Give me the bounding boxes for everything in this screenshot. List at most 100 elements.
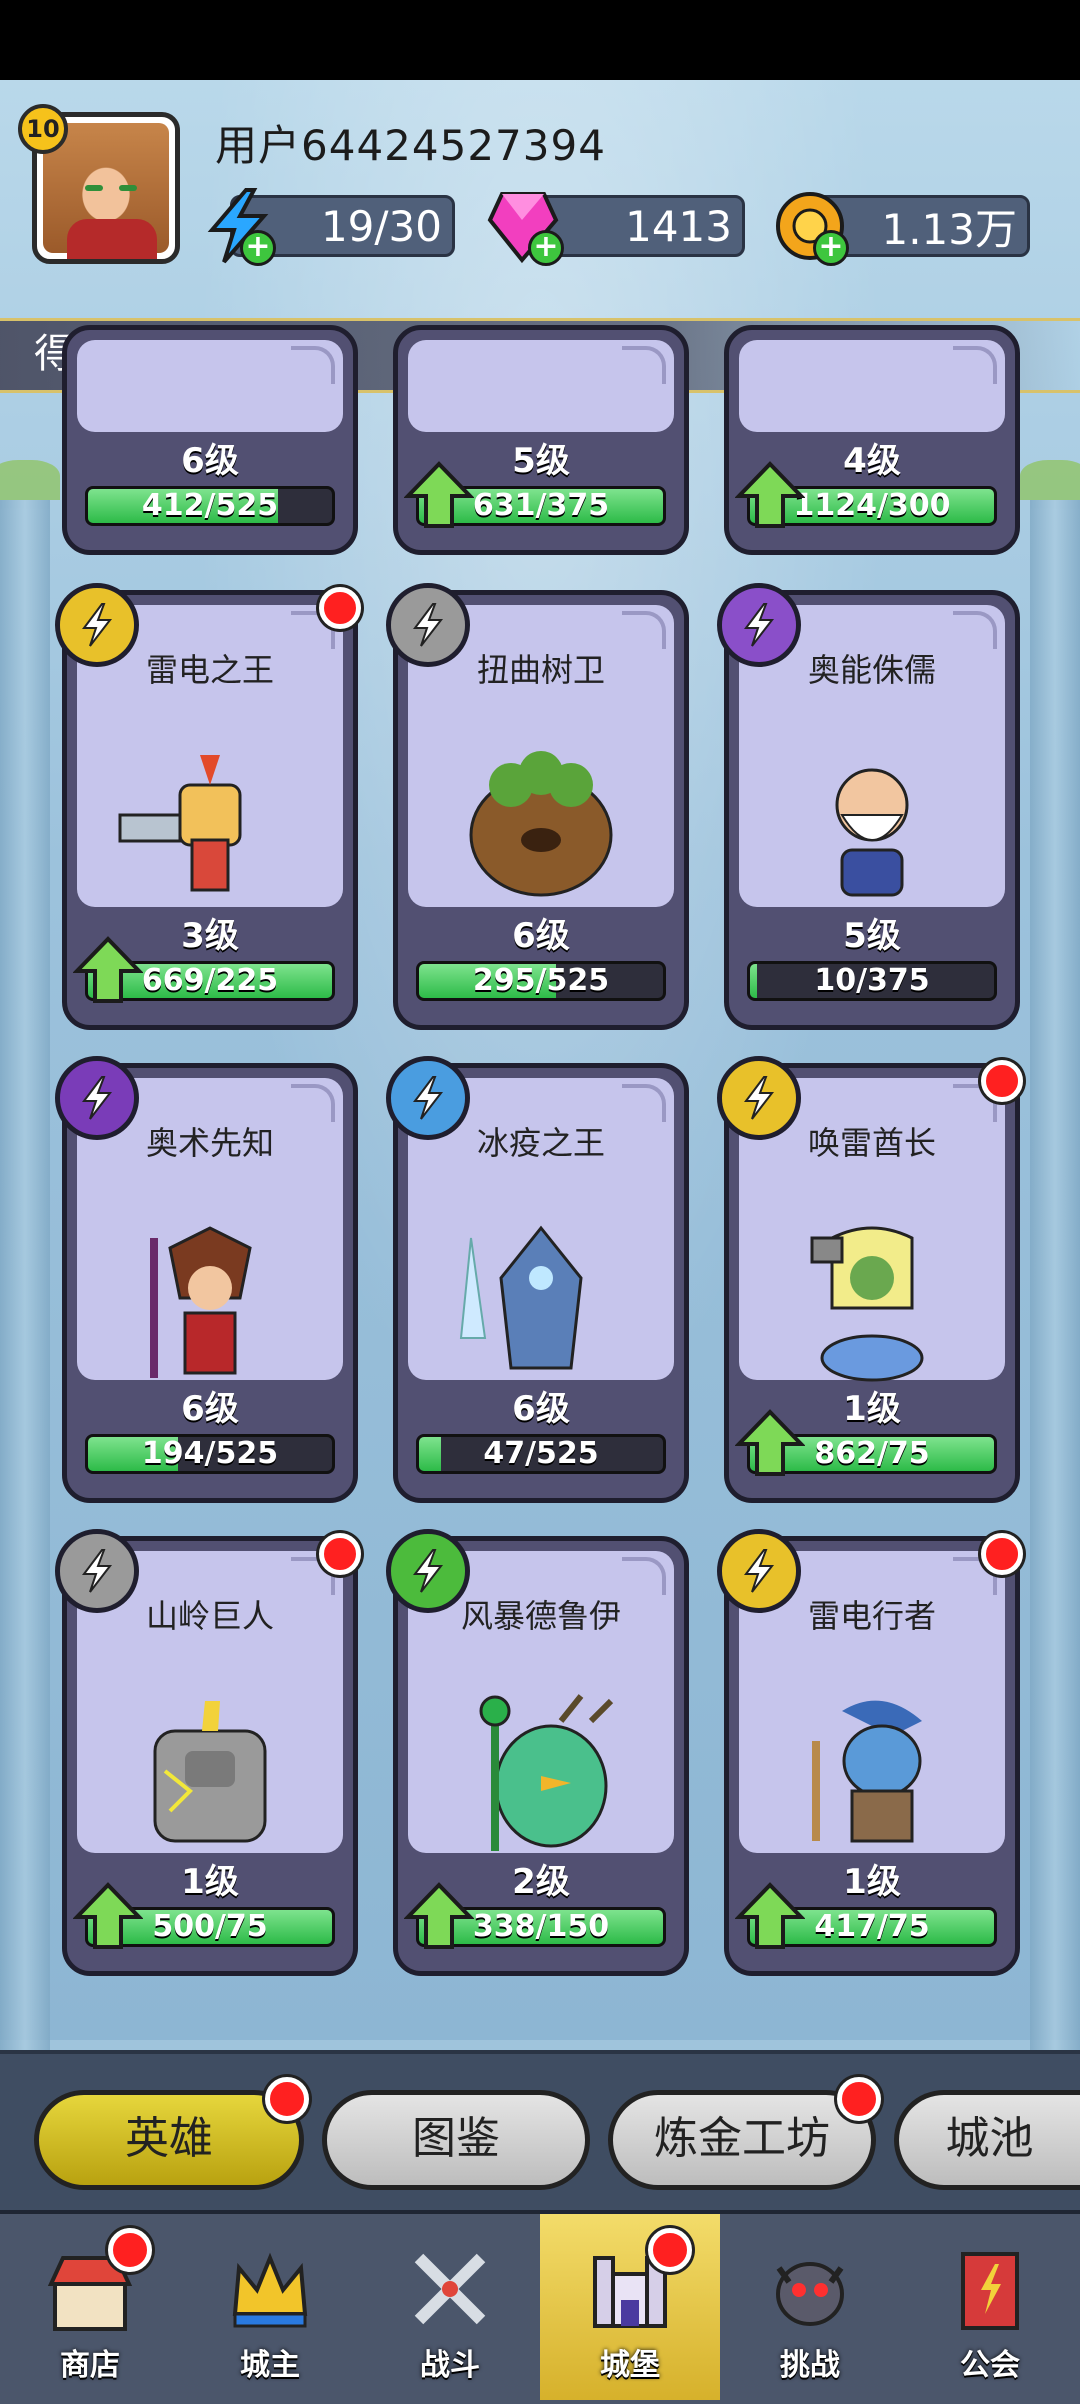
hero-portrait <box>810 1226 924 1382</box>
notification-dot <box>265 2077 309 2121</box>
upgrade-arrow-icon <box>735 1882 805 1949</box>
upgrade-arrow-icon <box>735 461 805 528</box>
tab-label: 炼金工坊 <box>654 2113 830 2164</box>
upgrade-arrow-icon <box>73 1882 143 1949</box>
tab-city[interactable]: 城池 <box>894 2090 1080 2190</box>
upgrade-arrow-icon <box>73 936 143 1003</box>
status-bar <box>0 0 1080 80</box>
hero-level: 6级 <box>181 441 239 481</box>
nav-label: 公会 <box>960 2348 1020 2383</box>
tab-alchemy[interactable]: 炼金工坊 <box>608 2077 881 2190</box>
rock-icon <box>55 1529 139 1613</box>
ice-icon <box>386 1056 470 1140</box>
demon-icon <box>776 2262 844 2326</box>
guild-banner-icon <box>961 2252 1019 2330</box>
hero-level: 6级 <box>181 1389 239 1429</box>
nav-label: 战斗 <box>420 2348 480 2383</box>
nav-swords[interactable]: 战斗 <box>360 2214 540 2400</box>
crown-icon <box>232 2252 308 2328</box>
lightning-icon <box>55 583 139 667</box>
avatar-robe <box>67 219 157 259</box>
gold-value: 1.13万 <box>881 204 1017 254</box>
swords-icon <box>414 2253 486 2325</box>
hero-card[interactable]: 雷电行者 1级 417/75 <box>717 1529 1023 1976</box>
avatar-eye <box>119 185 137 191</box>
hero-portrait <box>835 768 909 897</box>
progress-bar: 194/525 <box>85 1434 335 1474</box>
energy-value: 19/30 <box>320 201 442 251</box>
arcane-icon <box>55 1056 139 1140</box>
hero-card[interactable]: 奥能侏儒 5级 10/375 <box>717 583 1020 1030</box>
progress-bar: 47/525 <box>416 1434 666 1474</box>
neutral-icon <box>386 583 470 667</box>
hero-card[interactable]: 山岭巨人 1级 500/75 <box>55 1529 361 1976</box>
hero-card[interactable]: 风暴德鲁伊 2级 338/150 <box>386 1529 689 1976</box>
hero-portrait <box>153 1701 267 1843</box>
hero-level: 6级 <box>512 916 570 956</box>
notification-dot <box>319 1533 361 1575</box>
add-gold-button[interactable]: + <box>813 230 849 266</box>
notification-dot <box>319 587 361 629</box>
hero-portrait <box>479 1694 614 1851</box>
right-pillar <box>1020 460 1080 2100</box>
hero-level: 6级 <box>512 1389 570 1429</box>
hero-card[interactable]: 雷电之王 3级 669/225 <box>55 583 361 1030</box>
notification-dot <box>648 2228 692 2272</box>
hero-card[interactable]: 扭曲树卫 6级 295/525 <box>386 583 689 1030</box>
progress-bar: 295/525 <box>416 961 666 1001</box>
progress-bar: 412/525 <box>85 486 335 526</box>
nav-castle[interactable]: 城堡 <box>540 2214 720 2400</box>
hero-portrait <box>469 751 613 897</box>
nav-demon[interactable]: 挑战 <box>720 2214 900 2400</box>
nav-label: 城堡 <box>600 2348 660 2383</box>
hero-card[interactable]: 唤雷酋长 1级 862/75 <box>717 1056 1023 1503</box>
add-energy-button[interactable]: + <box>240 230 276 266</box>
progress-text: 47/525 <box>483 1436 599 1471</box>
hero-portrait <box>459 1225 583 1370</box>
card-face <box>408 340 674 432</box>
left-pillar <box>0 460 60 2100</box>
hero-card[interactable]: 5级 631/375 <box>393 325 689 555</box>
notification-dot <box>108 2228 152 2272</box>
card-face <box>77 340 343 432</box>
upgrade-arrow-icon <box>404 1882 474 1949</box>
upgrade-arrow-icon <box>735 1409 805 1476</box>
upgrade-arrow-icon <box>404 461 474 528</box>
lightning-icon <box>717 1056 801 1140</box>
hero-card[interactable]: 冰疫之王 6级 47/525 <box>386 1056 689 1503</box>
hero-card[interactable]: 6级 412/525 <box>62 325 358 555</box>
gem-value: 1413 <box>625 201 732 251</box>
nav-label: 城主 <box>240 2348 300 2383</box>
nav-shop[interactable]: 商店 <box>0 2214 180 2400</box>
progress-text: 194/525 <box>141 1436 279 1471</box>
tab-label: 图鉴 <box>412 2113 500 2164</box>
tab-heroes[interactable]: 英雄 <box>34 2077 309 2190</box>
progress-text: 10/375 <box>814 963 930 998</box>
hero-level: 5级 <box>843 916 901 956</box>
notification-dot <box>981 1060 1023 1102</box>
hero-portrait <box>812 1700 922 1843</box>
nav-label: 挑战 <box>780 2348 840 2383</box>
tab-label: 城池 <box>945 2113 1034 2164</box>
notification-dot <box>837 2077 881 2121</box>
username: 用户64424527394 <box>215 121 606 170</box>
progress-text: 412/525 <box>141 488 279 523</box>
progress-bar: 10/375 <box>747 961 997 1001</box>
progress-text: 295/525 <box>472 963 610 998</box>
tab-label: 英雄 <box>125 2113 213 2164</box>
notification-dot <box>981 1533 1023 1575</box>
wind-icon <box>386 1529 470 1613</box>
lightning-icon <box>717 1529 801 1613</box>
avatar-eye <box>85 185 103 191</box>
tab-codex[interactable]: 图鉴 <box>322 2090 590 2190</box>
hero-portrait <box>150 1226 252 1378</box>
hero-card[interactable]: 奥术先知 6级 194/525 <box>55 1056 358 1503</box>
nav-guild-banner[interactable]: 公会 <box>900 2214 1080 2400</box>
hero-card[interactable]: 4级 1124/300 <box>724 325 1020 555</box>
player-level-badge: 10 <box>18 104 68 154</box>
arcane-icon <box>717 583 801 667</box>
add-gem-button[interactable]: + <box>528 230 564 266</box>
nav-label: 商店 <box>60 2348 120 2383</box>
nav-crown[interactable]: 城主 <box>180 2214 360 2400</box>
card-face <box>739 340 1005 432</box>
